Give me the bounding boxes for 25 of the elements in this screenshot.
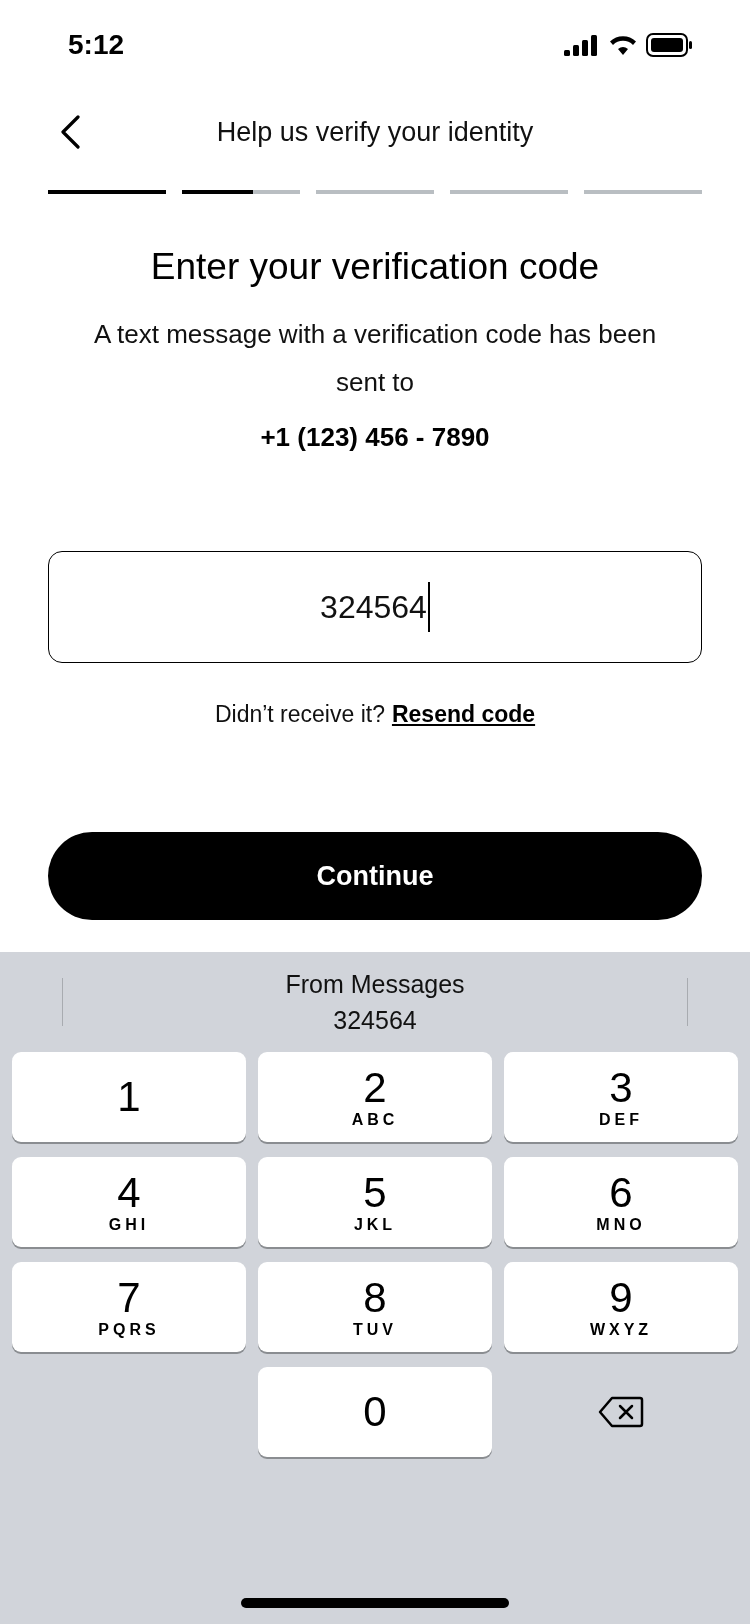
continue-button[interactable]: Continue [48,832,702,920]
chevron-left-icon [60,115,80,149]
keypad-key[interactable]: 3 DEF [504,1052,738,1142]
keypad-key[interactable]: 4 GHI [12,1157,246,1247]
signal-icon [564,34,600,56]
code-suggestion[interactable]: From Messages 324564 [279,965,471,1039]
resend-prompt: Didn’t receive it? [214,701,385,728]
keypad-key[interactable]: 6 MNO [504,1157,738,1247]
battery-icon [646,33,694,57]
resend-link[interactable]: Resend code [391,701,536,728]
keypad-key[interactable]: 7 PQRS [12,1262,246,1352]
backspace-icon [598,1396,644,1428]
keypad-key[interactable]: 1 [12,1052,246,1142]
code-field[interactable]: 324564 [48,551,702,663]
page-heading: Enter your verification code [149,246,601,288]
phone-number: +1 (123) 456 - 7890 [259,422,491,453]
wifi-icon [608,34,638,56]
status-time: 5:12 [68,29,125,61]
keypad-key[interactable]: 5 JKL [258,1157,492,1247]
message-text: A text message with a verification code has been sent to [92,318,658,399]
keypad-key[interactable]: 8 TUV [258,1262,492,1352]
keypad-key[interactable]: 2 ABC [258,1052,492,1142]
keypad-key[interactable]: 9 WXYZ [504,1262,738,1352]
header-title: Help us verify your identity [216,116,534,148]
keypad-key[interactable]: 0 [258,1367,492,1457]
